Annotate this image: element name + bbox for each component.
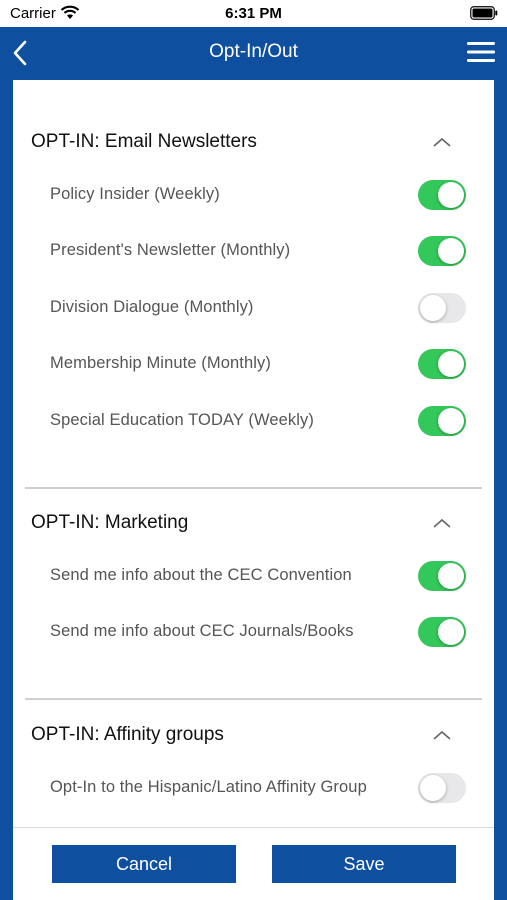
cancel-button[interactable]: Cancel <box>52 845 236 883</box>
section-divider <box>25 487 482 489</box>
section-title: OPT-IN: Affinity groups <box>31 724 224 745</box>
toggle-switch[interactable] <box>418 561 466 591</box>
toggle-knob <box>438 238 464 264</box>
item-label: Policy Insider (Weekly) <box>50 185 220 203</box>
toggle-knob <box>438 563 464 589</box>
section-title: OPT-IN: Marketing <box>31 512 189 533</box>
toggle-knob <box>438 351 464 377</box>
chevron-up-icon[interactable] <box>432 728 452 742</box>
battery-icon <box>470 6 498 20</box>
list-item: Membership Minute (Monthly) <box>13 346 494 386</box>
item-label: Special Education TODAY (Weekly) <box>50 411 314 429</box>
chevron-up-icon[interactable] <box>432 135 452 149</box>
save-button[interactable]: Save <box>272 845 456 883</box>
item-label: President's Newsletter (Monthly) <box>50 241 291 259</box>
list-item: Division Dialogue (Monthly) <box>13 290 494 330</box>
toggle-switch[interactable] <box>418 349 466 379</box>
toggle-switch[interactable] <box>418 236 466 266</box>
list-item: Opt-In to the Hispanic/Latino Affinity G… <box>13 770 494 810</box>
opt-in-list: OPT-IN: Email Newsletters Policy Insider… <box>13 80 494 827</box>
item-label: Send me info about the CEC Convention <box>50 566 352 584</box>
toggle-switch[interactable] <box>418 180 466 210</box>
toggle-knob <box>438 182 464 208</box>
toggle-knob <box>420 775 446 801</box>
nav-bar: Opt-In/Out <box>0 27 507 80</box>
item-label: Send me info about CEC Journals/Books <box>50 622 354 640</box>
hamburger-menu-icon[interactable] <box>467 40 495 64</box>
status-bar: Carrier 6:31 PM <box>0 0 507 27</box>
list-item: Policy Insider (Weekly) <box>13 177 494 217</box>
toggle-knob <box>438 408 464 434</box>
toggle-knob <box>438 619 464 645</box>
toggle-switch[interactable] <box>418 293 466 323</box>
toggle-knob <box>420 295 446 321</box>
list-item: Send me info about the CEC Convention <box>13 558 494 598</box>
footer-actions: Cancel Save <box>13 827 494 900</box>
item-label: Opt-In to the Hispanic/Latino Affinity G… <box>50 778 367 796</box>
toggle-switch[interactable] <box>418 773 466 803</box>
list-item: President's Newsletter (Monthly) <box>13 233 494 273</box>
chevron-up-icon[interactable] <box>432 516 452 530</box>
page-title: Opt-In/Out <box>209 41 298 62</box>
list-item: Special Education TODAY (Weekly) <box>13 403 494 443</box>
status-time: 6:31 PM <box>225 5 282 22</box>
section-title: OPT-IN: Email Newsletters <box>31 131 257 152</box>
item-label: Membership Minute (Monthly) <box>50 354 271 372</box>
item-label: Division Dialogue (Monthly) <box>50 298 254 316</box>
section-divider <box>25 698 482 700</box>
list-item: Send me info about CEC Journals/Books <box>13 614 494 654</box>
toggle-switch[interactable] <box>418 617 466 647</box>
toggle-switch[interactable] <box>418 406 466 436</box>
